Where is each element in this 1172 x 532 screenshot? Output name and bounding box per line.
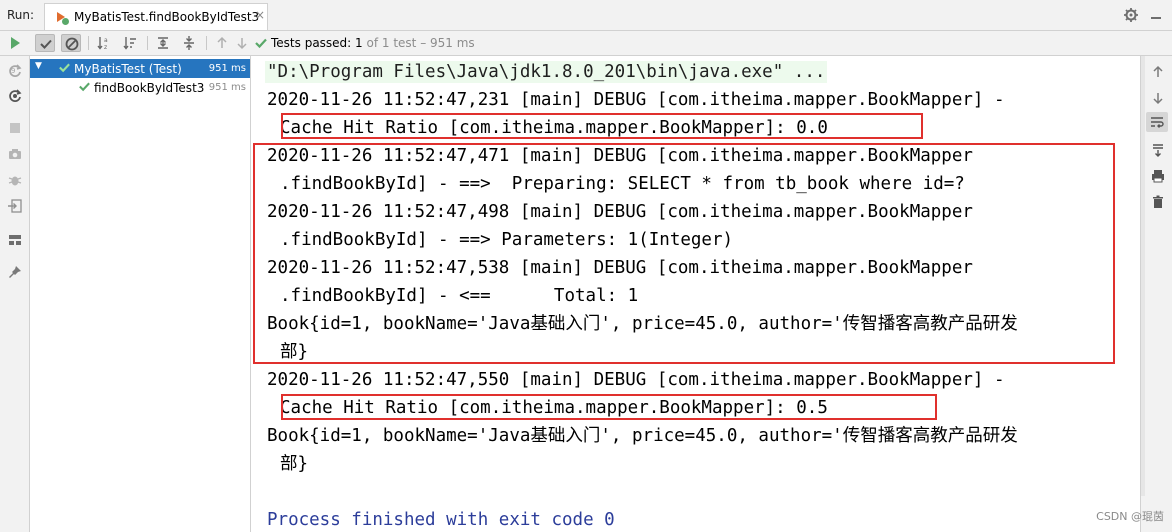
right-action-strip <box>1140 56 1172 532</box>
svg-text:a: a <box>104 37 108 44</box>
layout-icon[interactable] <box>7 232 23 248</box>
left-action-strip: 9 <box>0 37 30 532</box>
console-scrollbar[interactable] <box>1141 56 1145 496</box>
show-ignored-button[interactable] <box>61 34 81 52</box>
sort-alpha-button[interactable]: a z <box>94 34 114 52</box>
debug-icon[interactable] <box>7 172 23 188</box>
highlight-box-sql-query <box>253 143 1115 364</box>
soft-wrap-icon[interactable] <box>1146 112 1168 132</box>
toggle-auto-test-icon[interactable] <box>7 88 23 104</box>
run-title-bar: Run: MyBatisTest.findBookByIdTest3 × <box>0 0 1172 31</box>
stop-icon[interactable] <box>7 120 23 136</box>
status-label: Tests passed: <box>271 36 352 50</box>
expand-all-button[interactable] <box>153 34 173 52</box>
tree-item-duration: 951 ms <box>208 63 246 74</box>
console-line: 部} <box>280 454 309 474</box>
pin-icon[interactable] <box>7 264 23 280</box>
collapse-all-icon <box>184 36 194 50</box>
svg-text:9: 9 <box>11 67 15 75</box>
svg-text:z: z <box>104 44 107 51</box>
toolbar-divider <box>147 36 148 50</box>
highlight-box-cache-ratio-second <box>281 394 937 420</box>
minimize-icon[interactable] <box>1148 7 1164 23</box>
clear-all-icon[interactable] <box>1150 194 1166 210</box>
previous-icon <box>217 36 227 48</box>
highlight-box-cache-ratio-first <box>281 113 923 139</box>
rerun-icon[interactable] <box>7 35 23 51</box>
sort-alpha-icon: a z <box>97 37 108 51</box>
run-tab-label: MyBatisTest.findBookByIdTest3 <box>74 10 260 24</box>
scroll-to-end-icon[interactable] <box>1150 142 1166 158</box>
tree-item-test-method[interactable]: findBookByIdTest3 951 ms <box>30 78 250 97</box>
tree-item-label: MyBatisTest (Test) <box>74 62 182 76</box>
print-icon[interactable] <box>1150 168 1166 184</box>
next-icon <box>237 38 247 50</box>
pass-check-icon <box>254 36 268 50</box>
settings-icon[interactable] <box>1123 7 1139 23</box>
screenshot-icon[interactable] <box>7 146 23 162</box>
show-passed-button[interactable] <box>35 34 55 52</box>
test-status-summary: Tests passed: 1 of 1 test – 951 ms <box>271 36 475 50</box>
import-tests-icon[interactable] <box>7 198 23 214</box>
process-exit-line: Process finished with exit code 0 <box>267 510 615 530</box>
tree-item-test-class[interactable]: ▼ MyBatisTest (Test) 951 ms <box>30 59 250 78</box>
tree-item-label: findBookByIdTest3 <box>94 81 205 95</box>
run-config-tab[interactable]: MyBatisTest.findBookByIdTest3 × <box>44 3 268 30</box>
toolbar-divider <box>206 36 207 50</box>
test-toolbar: a z Tests passed: 1 of 1 test – 951 ms <box>0 31 1172 56</box>
pass-check-icon <box>58 61 71 77</box>
scroll-up-icon[interactable] <box>1150 64 1166 80</box>
console-line: Book{id=1, bookName='Java基础入门', price=45… <box>267 426 1018 446</box>
status-detail: of 1 test – 951 ms <box>366 36 475 50</box>
show-ignored-icon <box>65 37 79 51</box>
pass-check-icon <box>78 80 91 96</box>
console-command-line: "D:\Program Files\Java\jdk1.8.0_201\bin\… <box>265 61 828 83</box>
test-run-icon <box>54 10 70 26</box>
watermark: CSDN @琨茵 <box>1096 510 1164 523</box>
chevron-down-icon[interactable]: ▼ <box>35 61 42 71</box>
status-count: 1 <box>355 36 363 50</box>
next-test-button[interactable] <box>232 34 252 52</box>
test-results-tree: ▼ MyBatisTest (Test) 951 ms findBookById… <box>30 56 251 532</box>
sort-duration-icon <box>123 37 136 50</box>
console-line: 2020-11-26 11:52:47,550 [main] DEBUG [co… <box>267 370 1005 390</box>
previous-test-button[interactable] <box>212 34 232 52</box>
scroll-down-icon[interactable] <box>1150 90 1166 106</box>
close-tab-icon[interactable]: × <box>255 8 265 22</box>
show-passed-icon <box>40 39 52 49</box>
run-label: Run: <box>7 8 35 22</box>
expand-all-icon <box>158 37 168 49</box>
rerun-failed-icon[interactable]: 9 <box>7 62 23 78</box>
toolbar-divider <box>88 36 89 50</box>
console-output[interactable]: "D:\Program Files\Java\jdk1.8.0_201\bin\… <box>252 56 1140 532</box>
console-line: 2020-11-26 11:52:47,231 [main] DEBUG [co… <box>267 90 1005 110</box>
tree-item-duration: 951 ms <box>208 82 246 93</box>
collapse-all-button[interactable] <box>179 34 199 52</box>
sort-duration-button[interactable] <box>120 34 140 52</box>
